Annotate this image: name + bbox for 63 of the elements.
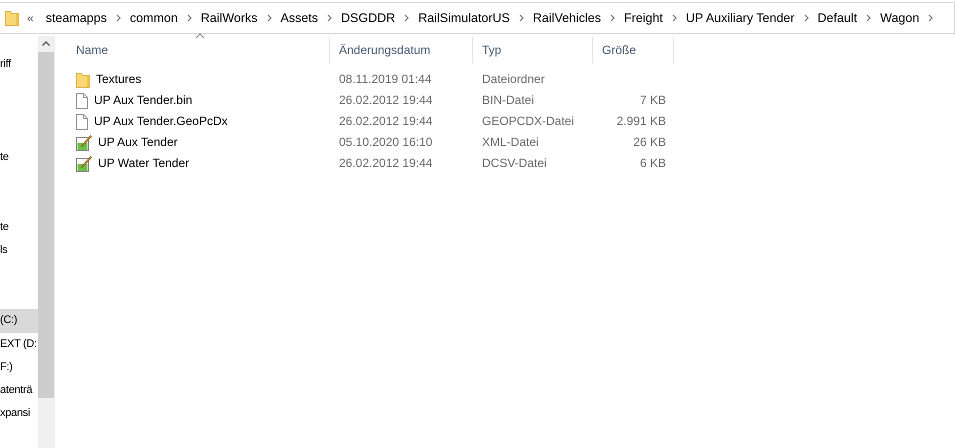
notepad-pencil-icon bbox=[76, 134, 92, 150]
chevron-icon[interactable] bbox=[327, 14, 332, 22]
breadcrumb-item[interactable]: common bbox=[126, 11, 182, 25]
file-type: BIN-Datei bbox=[482, 93, 534, 107]
nav-item[interactable]: xpansi bbox=[0, 402, 38, 426]
folder-icon bbox=[76, 72, 90, 88]
chevron-icon[interactable] bbox=[116, 14, 121, 22]
chevron-icon[interactable] bbox=[518, 14, 524, 22]
breadcrumb-item[interactable]: RailSimulatorUS bbox=[414, 11, 514, 25]
file-type: XML-Datei bbox=[482, 135, 539, 149]
file-type: Dateiordner bbox=[482, 72, 545, 86]
breadcrumb-item[interactable]: Freight bbox=[620, 11, 667, 25]
notepad-pencil-icon bbox=[76, 156, 92, 172]
file-size: 26 KB bbox=[633, 135, 666, 149]
nav-item[interactable]: F:) bbox=[0, 356, 38, 380]
nav-item[interactable]: te bbox=[0, 146, 38, 170]
nav-item[interactable]: atenträ bbox=[0, 379, 38, 402]
file-name[interactable]: UP Aux Tender.bin bbox=[94, 90, 192, 111]
column-header[interactable]: Größe bbox=[593, 37, 674, 63]
chevron-icon[interactable] bbox=[404, 14, 410, 22]
breadcrumb-item[interactable]: Wagon bbox=[876, 11, 924, 25]
sort-caret-icon bbox=[195, 33, 205, 39]
scrollbar-thumb[interactable] bbox=[38, 52, 54, 398]
nav-item[interactable]: EXT (D: bbox=[0, 332, 38, 356]
file-size: 6 KB bbox=[640, 156, 666, 170]
file-name[interactable]: UP Aux Tender.GeoPcDx bbox=[94, 111, 228, 132]
nav-item[interactable]: ls bbox=[0, 239, 38, 263]
breadcrumb-item[interactable]: Default bbox=[814, 11, 862, 25]
chevron-icon[interactable] bbox=[266, 14, 272, 22]
file-type: GEOPCDX-Datei bbox=[482, 114, 574, 128]
file-name[interactable]: Textures bbox=[96, 69, 142, 90]
breadcrumb-item[interactable]: DSGDDR bbox=[337, 11, 400, 25]
file-size: 2.991 KB bbox=[616, 114, 666, 128]
breadcrumb-item[interactable]: RailVehicles bbox=[528, 11, 605, 25]
file-icon bbox=[76, 92, 88, 108]
column-header[interactable]: Name bbox=[67, 37, 330, 63]
modified-date: 26.02.2012 19:44 bbox=[339, 156, 432, 170]
breadcrumb-item[interactable]: UP Auxiliary Tender bbox=[682, 11, 799, 25]
chevron-icon[interactable] bbox=[610, 14, 615, 22]
overflow-chevron[interactable]: « bbox=[27, 11, 34, 25]
modified-date: 08.11.2019 01:44 bbox=[339, 72, 432, 86]
column-header[interactable]: Änderungsdatum bbox=[330, 37, 473, 63]
chevron-icon[interactable] bbox=[804, 14, 809, 22]
chevron-icon[interactable] bbox=[866, 14, 872, 22]
file-type: DCSV-Datei bbox=[482, 156, 547, 170]
breadcrumb-item[interactable]: RailWorks bbox=[196, 11, 262, 25]
nav-item[interactable]: riff bbox=[0, 53, 38, 76]
chevron-icon[interactable] bbox=[672, 14, 677, 22]
breadcrumb-item[interactable]: steamapps bbox=[42, 11, 111, 25]
file-name[interactable]: UP Water Tender bbox=[98, 153, 190, 174]
modified-date: 05.10.2020 16:10 bbox=[339, 135, 432, 149]
breadcrumb-item[interactable]: Assets bbox=[276, 11, 322, 25]
column-header[interactable]: Typ bbox=[473, 37, 593, 63]
nav-item[interactable]: (C:) bbox=[0, 309, 38, 333]
chevron-icon[interactable] bbox=[928, 14, 934, 22]
modified-date: 26.02.2012 19:44 bbox=[339, 93, 432, 107]
file-name[interactable]: UP Aux Tender bbox=[98, 132, 178, 153]
modified-date: 26.02.2012 19:44 bbox=[339, 114, 432, 128]
file-size: 7 KB bbox=[640, 93, 666, 107]
folder-icon bbox=[5, 10, 19, 26]
file-icon bbox=[76, 114, 88, 130]
nav-item[interactable]: te bbox=[0, 216, 38, 240]
chevron-icon[interactable] bbox=[186, 14, 192, 22]
